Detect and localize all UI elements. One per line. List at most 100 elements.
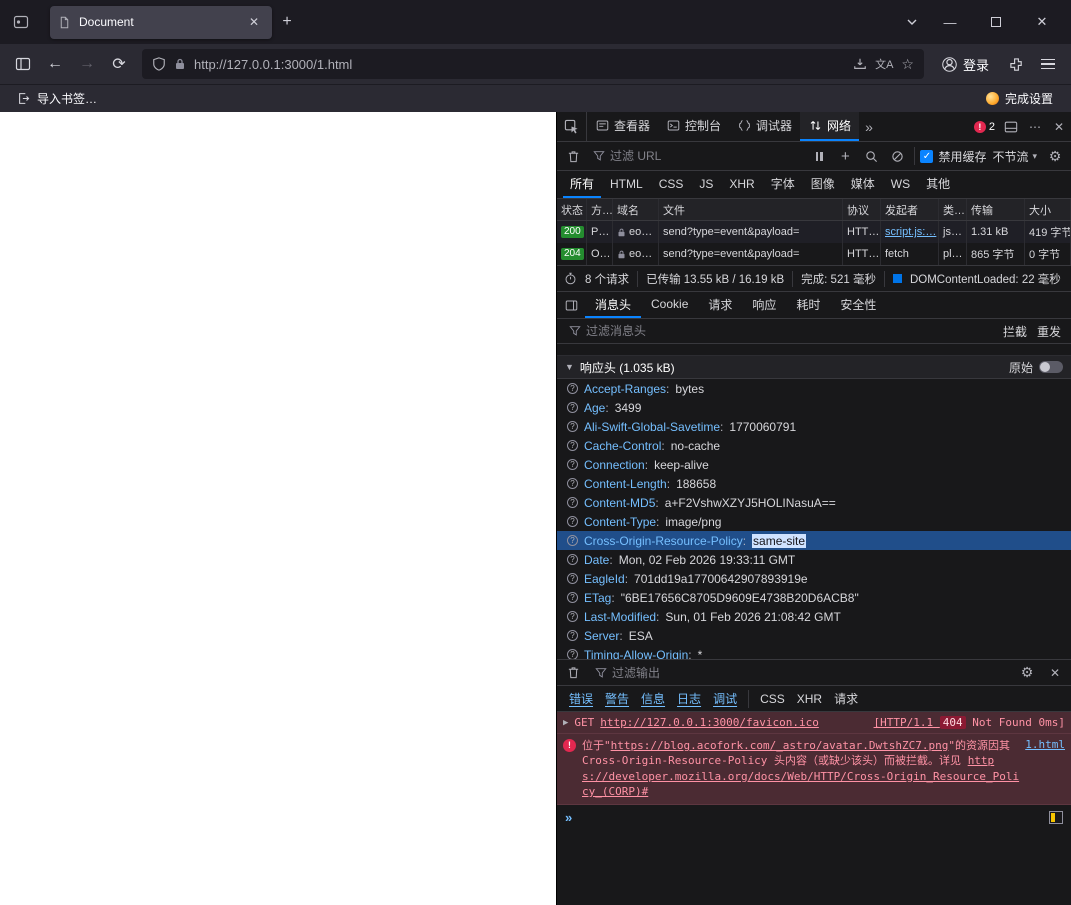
expand-triangle-icon[interactable]: ▶ <box>563 718 568 728</box>
translate-icon[interactable]: 文A <box>875 56 893 72</box>
shield-icon[interactable] <box>152 57 166 71</box>
header-row[interactable]: ? Age 3499 <box>557 398 1071 417</box>
help-icon[interactable]: ? <box>567 440 578 451</box>
header-value-selected[interactable]: same-site <box>752 533 807 548</box>
window-close-button[interactable]: ✕ <box>1019 3 1065 41</box>
console-filter-box[interactable] <box>589 661 1011 684</box>
status-protocol[interactable]: [HTTP/1.1 <box>874 716 940 729</box>
web-page-viewport[interactable] <box>0 112 556 905</box>
console-filter-xhr[interactable]: XHR <box>793 690 826 708</box>
filter-fonts[interactable]: 字体 <box>764 171 802 198</box>
headers-filter-input[interactable] <box>586 324 991 338</box>
window-minimize-button[interactable]: — <box>927 3 973 41</box>
header-row[interactable]: ? EagleId 701dd19a17700642907893919e <box>557 569 1071 588</box>
console-message-corp-error[interactable]: ! 位于"https://blog.acofork.com/_astro/ava… <box>557 734 1071 805</box>
bookmark-star-icon[interactable]: ☆ <box>901 56 914 73</box>
help-icon[interactable]: ? <box>567 535 578 546</box>
request-row[interactable]: 200 P… eo… send?type=event&payload= HTT…… <box>557 221 1071 243</box>
help-icon[interactable]: ? <box>567 649 578 659</box>
tab-response[interactable]: 响应 <box>742 292 786 318</box>
console-message-network-error[interactable]: ▶ GET http://127.0.0.1:3000/favicon.ico … <box>557 712 1071 734</box>
raw-toggle-control[interactable]: 原始 <box>1009 359 1063 376</box>
tab-cookies[interactable]: Cookie <box>641 292 698 318</box>
back-button[interactable]: ← <box>40 49 70 79</box>
header-name[interactable]: Date <box>584 553 613 567</box>
col-size[interactable]: 大小 <box>1025 199 1071 220</box>
headers-filter-box[interactable] <box>563 320 997 342</box>
blocked-resource-link[interactable]: https://blog.acofork.com/_astro/avatar.D… <box>611 739 949 752</box>
header-row[interactable]: ? Ali-Swift-Global-Savetime 1770060791 <box>557 417 1071 436</box>
help-icon[interactable]: ? <box>567 554 578 565</box>
col-initiator[interactable]: 发起者 <box>881 199 939 220</box>
window-maximize-button[interactable] <box>973 3 1019 41</box>
header-row[interactable]: ? Content-MD5 a+F2VshwXZYJ5HOLINasuA== <box>557 493 1071 512</box>
help-icon[interactable]: ? <box>567 573 578 584</box>
tab-timings[interactable]: 耗时 <box>786 292 830 318</box>
request-initiator[interactable]: fetch <box>881 243 939 265</box>
filter-js[interactable]: JS <box>692 171 720 198</box>
help-icon[interactable]: ? <box>567 592 578 603</box>
console-error-badge[interactable]: ! 2 <box>970 112 999 141</box>
header-name[interactable]: Timing-Allow-Origin <box>584 648 692 660</box>
help-icon[interactable]: ? <box>567 459 578 470</box>
header-name[interactable]: Last-Modified <box>584 610 659 624</box>
tab-debugger[interactable]: 调试器 <box>729 112 800 141</box>
disable-cache-checkbox[interactable]: ✓ <box>920 149 934 163</box>
browser-tab[interactable]: Document ✕ <box>50 5 272 39</box>
console-filter-debug[interactable]: 调试 <box>709 688 741 709</box>
console-filter-errors[interactable]: 错误 <box>565 688 597 709</box>
header-row[interactable]: ? Timing-Allow-Origin * <box>557 645 1071 659</box>
url-filter-input[interactable] <box>610 149 800 163</box>
extensions-icon[interactable] <box>1001 49 1031 79</box>
filter-all[interactable]: 所有 <box>563 171 602 198</box>
element-picker-icon[interactable] <box>557 112 587 141</box>
throttling-dropdown[interactable]: 不节流 ▾ <box>988 148 1041 165</box>
new-request-icon[interactable]: + <box>833 144 857 168</box>
help-icon[interactable]: ? <box>567 478 578 489</box>
search-requests-icon[interactable] <box>859 144 883 168</box>
devtools-close-icon[interactable]: ✕ <box>1047 115 1071 139</box>
tab-inspector[interactable]: 查看器 <box>587 112 658 141</box>
header-row-selected[interactable]: ? Cross-Origin-Resource-Policy same-site <box>557 531 1071 550</box>
clear-requests-icon[interactable] <box>561 144 585 168</box>
header-row[interactable]: ? ETag "6BE17656C8705D9609E4738B20D6ACB8" <box>557 588 1071 607</box>
request-initiator-link[interactable]: script.js:… <box>881 221 939 243</box>
header-name[interactable]: Cross-Origin-Resource-Policy <box>584 534 746 548</box>
firefox-view-icon[interactable] <box>6 7 36 37</box>
header-name[interactable]: ETag <box>584 591 615 605</box>
network-settings-gear-icon[interactable]: ⚙ <box>1043 144 1067 168</box>
tab-console[interactable]: 控制台 <box>658 112 729 141</box>
tab-close-icon[interactable]: ✕ <box>244 12 264 32</box>
filter-media[interactable]: 媒体 <box>844 171 882 198</box>
site-security-icon[interactable] <box>174 58 186 70</box>
resend-button[interactable]: 重发 <box>1037 323 1061 340</box>
filter-other[interactable]: 其他 <box>919 171 957 198</box>
col-status[interactable]: 状态 <box>557 199 587 220</box>
col-protocol[interactable]: 协议 <box>843 199 881 220</box>
filter-css[interactable]: CSS <box>652 171 691 198</box>
console-close-icon[interactable]: ✕ <box>1043 661 1067 685</box>
header-row[interactable]: ? Server ESA <box>557 626 1071 645</box>
console-filter-warnings[interactable]: 警告 <box>601 688 633 709</box>
header-row[interactable]: ? Last-Modified Sun, 01 Feb 2026 21:08:42 … <box>557 607 1071 626</box>
split-console-icon[interactable] <box>999 115 1023 139</box>
header-name[interactable]: Server <box>584 629 623 643</box>
forward-button[interactable]: → <box>72 49 102 79</box>
help-icon[interactable]: ? <box>567 383 578 394</box>
header-name[interactable]: Cache-Control <box>584 439 665 453</box>
response-headers-section-header[interactable]: ▼ 响应头 (1.035 kB) 原始 <box>557 356 1071 379</box>
sidebar-toggle-icon[interactable] <box>8 49 38 79</box>
account-login-button[interactable]: 登录 <box>932 49 999 79</box>
new-tab-button[interactable]: + <box>272 7 302 37</box>
header-name[interactable]: Content-Type <box>584 515 659 529</box>
clear-console-icon[interactable] <box>561 661 585 685</box>
header-row[interactable]: ? Content-Length 188658 <box>557 474 1071 493</box>
header-row[interactable]: ? Date Mon, 02 Feb 2026 19:33:11 GMT <box>557 550 1071 569</box>
header-row[interactable]: ? Accept-Ranges bytes <box>557 379 1071 398</box>
header-name[interactable]: EagleId <box>584 572 628 586</box>
url-input[interactable] <box>194 56 846 72</box>
col-file[interactable]: 文件 <box>659 199 843 220</box>
tab-headers[interactable]: 消息头 <box>585 292 642 318</box>
import-bookmarks-button[interactable]: 导入书签… <box>12 87 103 110</box>
help-icon[interactable]: ? <box>567 421 578 432</box>
